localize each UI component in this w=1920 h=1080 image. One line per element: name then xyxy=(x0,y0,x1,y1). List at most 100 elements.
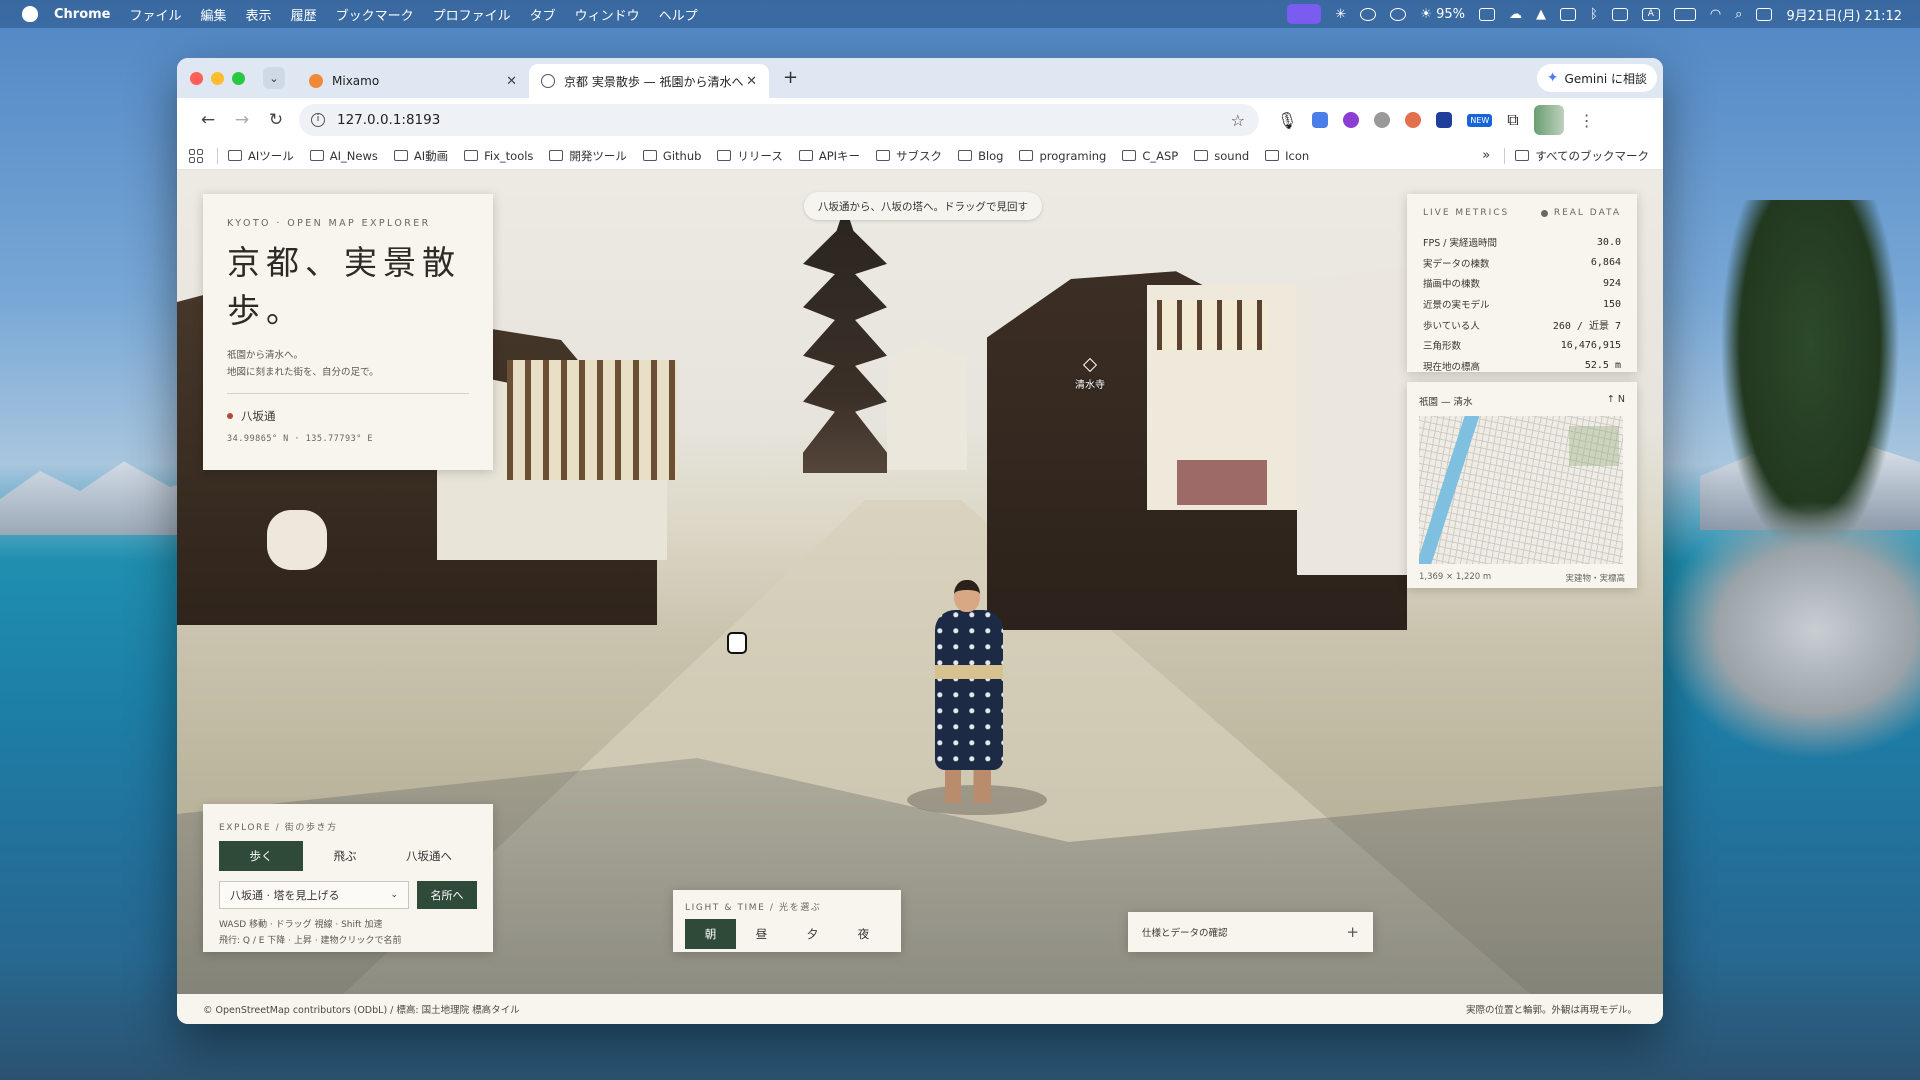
drive-icon[interactable]: ▲ xyxy=(1536,7,1546,22)
apple-menu-icon[interactable] xyxy=(22,6,38,22)
folder-icon xyxy=(1019,150,1034,161)
building-far-right-wall[interactable] xyxy=(1297,265,1417,575)
bluetooth-icon[interactable]: ᛒ xyxy=(1590,7,1598,22)
spotlight-search-icon[interactable]: ⌕ xyxy=(1735,7,1742,22)
zoom-window-button[interactable] xyxy=(232,71,245,85)
new-badge-ext-icon[interactable]: NEW xyxy=(1467,113,1493,127)
claude-ext-icon[interactable] xyxy=(1405,112,1422,128)
goto-spot-button[interactable]: 名所へ xyxy=(417,881,477,909)
bookmark-folder-subscriptions[interactable]: サブスク xyxy=(876,148,942,164)
menu-tab[interactable]: タブ xyxy=(530,5,556,24)
menu-history[interactable]: 履歴 xyxy=(291,5,317,24)
v-ext-icon[interactable] xyxy=(1436,112,1453,128)
vpn-icon[interactable] xyxy=(1390,7,1407,21)
minimap[interactable] xyxy=(1419,416,1623,564)
menu-window[interactable]: ウィンドウ xyxy=(575,5,640,24)
tab-mixamo[interactable]: Mixamo ✕ xyxy=(297,64,529,98)
spot-select[interactable]: 八坂通 · 塔を見上げる ⌄ xyxy=(219,881,409,909)
bookmark-folder-sound[interactable]: sound xyxy=(1194,149,1249,163)
bookmark-folder-icon[interactable]: Icon xyxy=(1265,149,1309,163)
bookmark-folder-ai-tools[interactable]: AIツール xyxy=(228,148,294,164)
input-source-icon[interactable]: A xyxy=(1641,7,1660,21)
landmark-marker[interactable]: 清水寺 xyxy=(1075,357,1105,391)
bookmark-folder-github[interactable]: Github xyxy=(642,149,701,163)
address-bar[interactable]: i 127.0.0.1:8193 ☆ xyxy=(299,104,1259,136)
folder-icon xyxy=(464,150,479,161)
wifi-icon[interactable]: ◠ xyxy=(1710,7,1721,22)
google-translate-ext-icon[interactable] xyxy=(1312,112,1329,128)
minimap-footer: 1,369 × 1,220 m 実建物・実標高 xyxy=(1419,572,1625,584)
shield-icon[interactable] xyxy=(1560,7,1576,21)
menu-bookmarks[interactable]: ブックマーク xyxy=(336,5,414,24)
bookmark-folder-label: Blog xyxy=(978,148,1004,163)
menubar-clock[interactable]: 9月21日(月) 21:12 xyxy=(1786,5,1902,24)
gemini-button[interactable]: ✦ Gemini に相談 xyxy=(1536,64,1657,92)
screen-record-icon[interactable] xyxy=(1287,4,1322,24)
url-text[interactable]: 127.0.0.1:8193 xyxy=(337,112,440,128)
tab-kyoto-active[interactable]: 京都 実景散歩 — 祇園から清水へ ✕ xyxy=(529,64,769,98)
mode-fly-button[interactable]: 飛ぶ xyxy=(303,841,387,871)
airplay-icon[interactable] xyxy=(1360,7,1377,21)
minimap-source: 実建物・実標高 xyxy=(1565,574,1625,584)
tab-close-icon[interactable]: ✕ xyxy=(506,74,517,89)
mode-yasaka-button[interactable]: 八坂通へ xyxy=(387,841,471,871)
spec-data-accordion[interactable]: 仕様とデータの確認 + xyxy=(1128,912,1373,952)
plus-icon[interactable]: + xyxy=(1346,923,1359,941)
puzzle-extensions-icon[interactable]: ⧉ xyxy=(1507,110,1518,130)
tab-close-icon[interactable]: ✕ xyxy=(746,74,757,89)
bookmark-folder-fix-tools[interactable]: Fix_tools xyxy=(464,149,533,163)
minimize-window-button[interactable] xyxy=(211,71,224,85)
menu-profiles[interactable]: プロファイル xyxy=(433,5,511,24)
back-button[interactable]: ← xyxy=(191,110,225,130)
bookmark-star-icon[interactable]: ☆ xyxy=(1231,111,1245,130)
kebab-menu-icon[interactable]: ⋮ xyxy=(1579,111,1595,130)
pen-ext-icon[interactable] xyxy=(1374,112,1391,128)
time-morning-button[interactable]: 朝 xyxy=(685,919,736,949)
menu-app-name[interactable]: Chrome xyxy=(54,7,111,22)
bookmark-folder-ai-video[interactable]: AI動画 xyxy=(393,148,448,164)
site-info-icon[interactable]: i xyxy=(311,113,325,127)
bookmarks-bar: AIツール AI_News AI動画 Fix_tools 開発ツール Githu… xyxy=(177,142,1663,170)
window-controls xyxy=(190,71,245,85)
bookmark-folder-blog[interactable]: Blog xyxy=(958,149,1003,163)
bookmark-folder-c-asp[interactable]: C_ASP xyxy=(1122,149,1178,163)
display-icon[interactable] xyxy=(1611,7,1628,21)
menu-edit[interactable]: 編集 xyxy=(201,5,227,24)
metric-row: 実データの棟数 6,864 xyxy=(1423,253,1621,274)
time-noon-button[interactable]: 昼 xyxy=(736,919,787,949)
tab-search-button[interactable]: ⌄ xyxy=(263,67,285,89)
battery-icon[interactable] xyxy=(1673,7,1696,21)
profile-avatar[interactable] xyxy=(1533,105,1564,135)
bookmark-folder-label: C_ASP xyxy=(1142,148,1179,163)
bookmark-folder-ai-news[interactable]: AI_News xyxy=(309,149,378,163)
metric-value: 924 xyxy=(1602,277,1621,289)
bookmark-folder-programing[interactable]: programing xyxy=(1019,149,1106,163)
yasaka-pagoda[interactable] xyxy=(803,218,887,473)
microphone-icon[interactable]: 🎙 xyxy=(1277,111,1297,130)
all-bookmarks-folder[interactable]: すべてのブックマーク xyxy=(1515,148,1649,164)
translate-icon[interactable] xyxy=(1479,7,1495,21)
time-night-button[interactable]: 夜 xyxy=(838,919,889,949)
bookmarks-overflow-button[interactable]: » xyxy=(1482,148,1490,163)
bookmark-folder-releases[interactable]: リリース xyxy=(717,148,783,164)
battery-percent[interactable]: ☀ 95% xyxy=(1420,7,1465,22)
time-evening-button[interactable]: 夕 xyxy=(787,919,838,949)
reload-button[interactable]: ↻ xyxy=(259,110,293,130)
new-tab-button[interactable]: + xyxy=(783,67,798,88)
menu-file[interactable]: ファイル xyxy=(130,5,182,24)
mode-walk-button[interactable]: 歩く xyxy=(219,841,303,871)
control-center-icon[interactable] xyxy=(1756,7,1773,21)
3d-street-viewport[interactable]: 八坂通から、八坂の塔へ。ドラッグで見回す 清水寺 KYOTO · OPEN MA… xyxy=(177,170,1663,1024)
menu-view[interactable]: 表示 xyxy=(246,5,272,24)
building-center-distant[interactable] xyxy=(887,340,967,470)
menu-help[interactable]: ヘルプ xyxy=(659,5,698,24)
purple-ext-icon[interactable] xyxy=(1343,112,1360,128)
brightness-icon[interactable]: ✳ xyxy=(1335,7,1346,22)
forward-button[interactable]: → xyxy=(225,110,259,130)
cloud-icon[interactable]: ☁ xyxy=(1509,7,1522,22)
bookmark-folder-dev-tools[interactable]: 開発ツール xyxy=(549,148,627,164)
apps-grid-icon[interactable] xyxy=(189,148,203,163)
metric-label: 実データの棟数 xyxy=(1423,258,1490,270)
bookmark-folder-api-keys[interactable]: APIキー xyxy=(798,148,860,164)
close-window-button[interactable] xyxy=(190,71,203,85)
